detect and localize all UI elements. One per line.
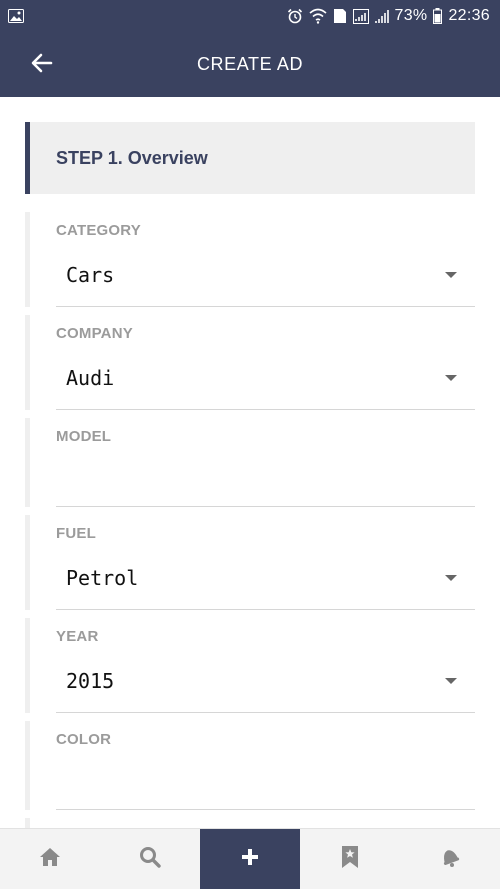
arrow-left-icon [31, 53, 53, 78]
signal-icon [352, 8, 369, 24]
nav-saved[interactable] [300, 829, 400, 889]
battery-icon [433, 8, 443, 24]
color-label: COLOR [56, 731, 112, 748]
step-header: STEP 1. Overview [25, 122, 475, 194]
nav-search[interactable] [100, 829, 200, 889]
year-field: YEAR 2015 [25, 618, 475, 713]
dropdown-caret-icon [445, 375, 457, 381]
signal-icon-2 [374, 9, 389, 24]
year-label: YEAR [56, 628, 99, 645]
home-icon [39, 847, 61, 872]
color-field: COLOR [25, 721, 475, 810]
bell-icon [439, 846, 461, 873]
category-label: CATEGORY [56, 222, 141, 239]
model-field: MODEL [25, 418, 475, 507]
category-field: CATEGORY Cars [25, 212, 475, 307]
company-field: COMPANY Audi [25, 315, 475, 410]
plus-icon [240, 847, 260, 872]
company-value: Audi [66, 366, 115, 390]
category-select[interactable]: Cars [56, 244, 475, 306]
step-title: STEP 1. Overview [56, 147, 208, 168]
dropdown-caret-icon [445, 575, 457, 581]
nav-create[interactable] [200, 829, 300, 889]
model-label: MODEL [56, 428, 112, 445]
model-input[interactable] [56, 450, 475, 506]
create-ad-form: CATEGORY Cars COMPANY Audi MODEL FUEL Pe… [25, 212, 475, 850]
year-value: 2015 [66, 669, 115, 693]
page-title: CREATE AD [196, 54, 304, 74]
fuel-select[interactable]: Petrol [56, 547, 475, 609]
status-bar: 73% 22:36 [0, 0, 500, 32]
battery-percent: 73% [394, 7, 428, 24]
wifi-icon [308, 8, 327, 24]
gallery-icon [8, 9, 24, 23]
fuel-label: FUEL [56, 525, 96, 542]
company-select[interactable]: Audi [56, 347, 475, 409]
bottom-nav [0, 828, 500, 889]
nav-home[interactable] [0, 829, 100, 889]
back-button[interactable] [22, 48, 62, 82]
year-select[interactable]: 2015 [56, 650, 475, 712]
fuel-value: Petrol [66, 566, 139, 590]
bookmark-star-icon [341, 845, 359, 874]
search-icon [139, 846, 161, 873]
company-label: COMPANY [56, 325, 133, 342]
alarm-icon [287, 8, 303, 24]
dropdown-caret-icon [445, 272, 457, 278]
category-value: Cars [66, 263, 115, 287]
app-bar: CREATE AD [0, 32, 500, 97]
clock: 22:36 [448, 7, 490, 24]
color-input[interactable] [56, 753, 475, 809]
nav-notifications[interactable] [400, 829, 500, 889]
dropdown-caret-icon [445, 678, 457, 684]
sim-icon [333, 8, 347, 24]
fuel-field: FUEL Petrol [25, 515, 475, 610]
